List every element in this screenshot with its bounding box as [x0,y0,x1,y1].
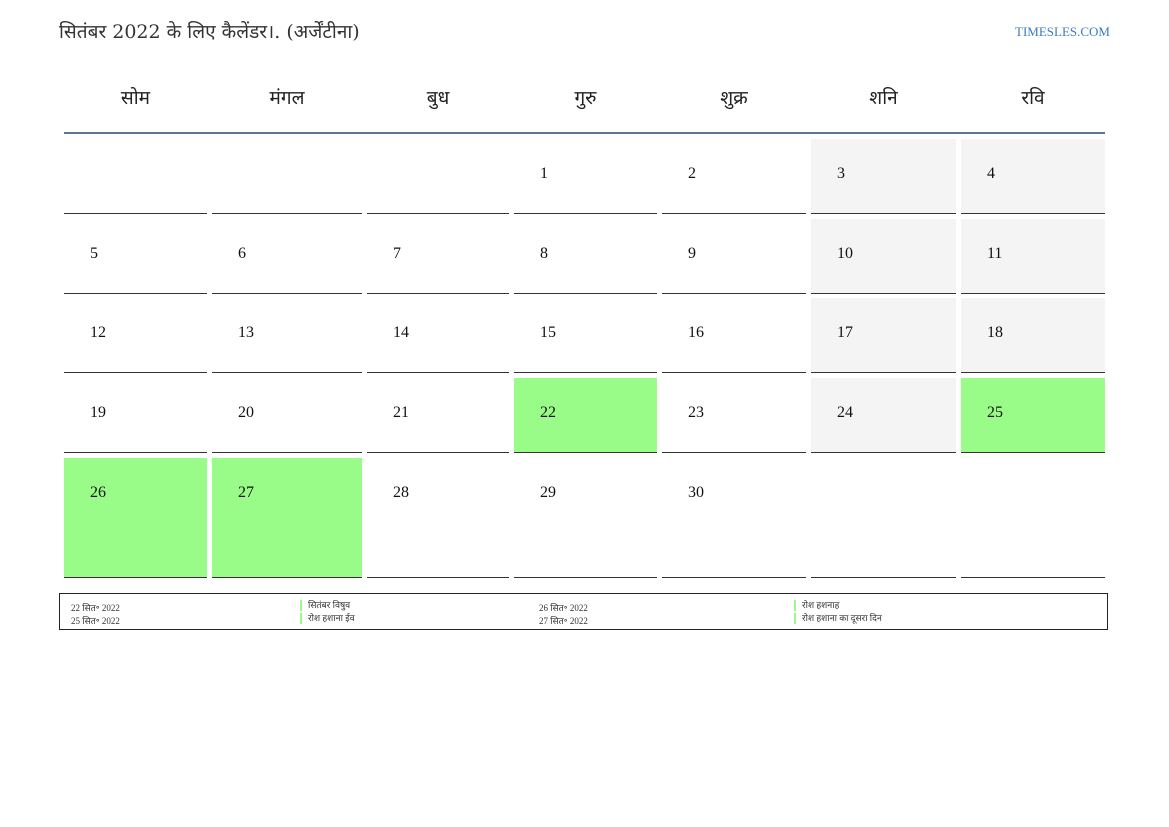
day-cell[interactable] [961,458,1105,578]
holiday-legend: 22 सित॰ 2022 सितंबर विषुव 26 सित॰ 2022 रोश … [59,593,1108,630]
day-cell[interactable]: 7 [367,219,509,294]
day-cell[interactable] [811,458,956,578]
day-number: 2 [688,165,696,182]
day-number: 13 [238,324,254,341]
day-number: 11 [987,245,1003,262]
day-cell[interactable]: 11 [961,219,1105,294]
legend-date: 22 सित॰ 2022 [71,603,120,613]
day-cell[interactable]: 13 [212,298,362,373]
day-number: 19 [90,404,106,421]
day-number: 1 [540,165,548,182]
day-cell[interactable]: 25 [961,378,1105,453]
day-number: 20 [238,404,254,421]
day-number: 14 [393,324,409,341]
day-cell[interactable] [64,139,207,214]
day-cell[interactable]: 5 [64,219,207,294]
day-cell[interactable]: 18 [961,298,1105,373]
legend-holiday-name: रोश हशनाह [794,600,839,611]
day-cell[interactable]: 4 [961,139,1105,214]
day-number: 17 [837,324,853,341]
legend-date: 26 सित॰ 2022 [539,603,588,613]
day-number: 4 [987,165,995,182]
day-number: 30 [688,484,704,501]
site-link[interactable]: TIMESLES.COM [1015,24,1110,40]
day-number: 28 [393,484,409,501]
weekday-label: रवि [1021,87,1045,109]
weekday-label: शनि [869,87,898,109]
day-number: 27 [238,484,254,501]
weekday-label: मंगल [269,87,305,109]
day-cell[interactable]: 27 [212,458,362,578]
day-cell[interactable] [212,139,362,214]
weekday-label: बुध [426,87,450,109]
day-number: 5 [90,245,98,262]
day-cell[interactable]: 24 [811,378,956,453]
weekday-label: शुक्र [720,87,748,109]
day-cell[interactable]: 15 [514,298,657,373]
day-number: 3 [837,165,845,182]
day-cell[interactable]: 14 [367,298,509,373]
day-number: 12 [90,324,106,341]
weekday-header: सोम मंगल बुध गुरु शुक्र शनि रवि [64,80,1105,134]
day-cell[interactable] [367,139,509,214]
day-number: 21 [393,404,409,421]
day-cell[interactable]: 8 [514,219,657,294]
day-cell[interactable]: 19 [64,378,207,453]
day-number: 26 [90,484,106,501]
day-cell[interactable]: 26 [64,458,207,578]
day-number: 16 [688,324,704,341]
weekday-label: गुरु [574,87,597,109]
day-number: 25 [987,404,1003,421]
day-cell[interactable]: 30 [662,458,806,578]
day-number: 15 [540,324,556,341]
day-cell[interactable]: 6 [212,219,362,294]
day-number: 24 [837,404,853,421]
day-cell[interactable]: 21 [367,378,509,453]
day-cell[interactable]: 9 [662,219,806,294]
day-cell[interactable]: 1 [514,139,657,214]
day-cell[interactable]: 29 [514,458,657,578]
legend-holiday-name: सितंबर विषुव [300,600,350,611]
day-number: 10 [837,245,853,262]
day-cell[interactable]: 12 [64,298,207,373]
day-cell[interactable]: 20 [212,378,362,453]
day-cell[interactable]: 16 [662,298,806,373]
day-number: 9 [688,245,696,262]
day-number: 7 [393,245,401,262]
day-cell[interactable]: 3 [811,139,956,214]
day-number: 22 [540,404,556,421]
legend-date: 25 सित॰ 2022 [71,616,120,626]
day-cell[interactable]: 22 [514,378,657,453]
day-cell[interactable]: 2 [662,139,806,214]
day-number: 29 [540,484,556,501]
day-number: 18 [987,324,1003,341]
legend-date: 27 सित॰ 2022 [539,616,588,626]
weekday-label: सोम [120,87,151,109]
day-number: 8 [540,245,548,262]
day-cell[interactable]: 17 [811,298,956,373]
day-number: 6 [238,245,246,262]
day-cell[interactable]: 28 [367,458,509,578]
day-cell[interactable]: 23 [662,378,806,453]
legend-holiday-name: रोश हशाना ईव [300,613,355,624]
day-number: 23 [688,404,704,421]
day-cell[interactable]: 10 [811,219,956,294]
legend-holiday-name: रोश हशाना का दूसरा दिन [794,613,882,624]
page-title: सितंबर 2022 के लिए कैलेंडर।. (अर्जेंटीना… [59,21,360,43]
